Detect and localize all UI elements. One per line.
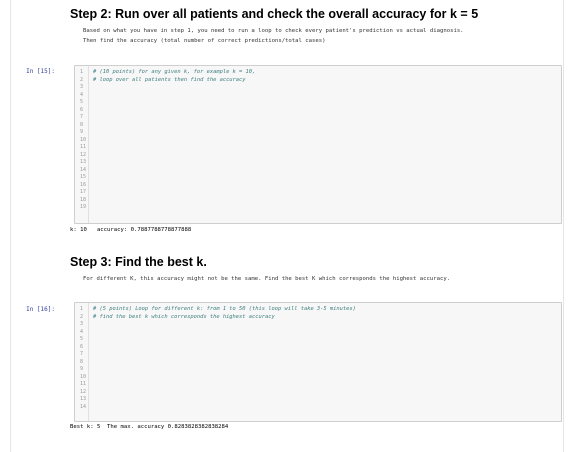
cell15-output: k: 10 accuracy: 0.7887788778877888 (70, 227, 192, 233)
line-number: 6 (79, 343, 83, 350)
line-number: 15 (79, 174, 86, 180)
line-number: 11 (79, 381, 86, 387)
line-number: 13 (79, 159, 86, 165)
line-number: 13 (79, 396, 86, 402)
line-number: 12 (79, 388, 86, 395)
step3-heading: Step 3: Find the best k. (70, 255, 207, 269)
cell16-code-editor[interactable]: 1 2 3 4 5 6 7 8 9 10 11 12 13 14 # (5 points) Loop fo… (74, 302, 562, 422)
line-number: 7 (79, 351, 83, 357)
cell15-code-line-1: # (10 points) for any given k, for examp… (93, 69, 256, 75)
line-number: 16 (79, 181, 86, 188)
line-number: 5 (79, 99, 83, 105)
line-number: 9 (79, 366, 83, 372)
line-number: 4 (79, 91, 83, 98)
notebook-container: Step 2: Run over all patients and check … (10, 0, 564, 452)
step3-description-line1: For different K, this accuracy might not… (83, 276, 451, 282)
line-number: 5 (79, 336, 83, 342)
line-number: 17 (79, 189, 86, 195)
line-number: 11 (79, 144, 86, 150)
step2-heading: Step 2: Run over all patients and check … (70, 7, 479, 21)
cell15-code[interactable]: # (10 points) for any given k, for examp… (93, 69, 255, 84)
line-number: 18 (79, 196, 86, 203)
line-number: 12 (79, 151, 86, 158)
cell16-gutter: 1 2 3 4 5 6 7 8 9 10 11 12 13 14 (75, 303, 89, 421)
line-number: 8 (79, 358, 83, 365)
line-number: 8 (79, 121, 83, 128)
cell16-output: Best k: 5 The max. accuracy 0.8283828382… (70, 424, 229, 430)
line-number: 4 (79, 328, 83, 335)
line-number: 1 (79, 69, 83, 75)
line-number: 3 (79, 321, 83, 327)
line-number: 2 (79, 76, 83, 83)
line-number: 2 (79, 313, 83, 320)
cell16-line-numbers: 1 2 3 4 5 6 7 8 9 10 11 12 13 14 (80, 306, 86, 411)
line-number: 6 (79, 106, 83, 113)
line-number: 19 (79, 204, 86, 210)
line-number: 14 (79, 166, 86, 173)
cell15-prompt: In [15]: (26, 68, 55, 75)
cell15-code-editor[interactable]: 1 2 3 4 5 6 7 8 9 10 11 12 13 14 15 16 17 18 19 # (10 poin… (74, 65, 562, 224)
line-number: 10 (79, 136, 86, 143)
cell15-code-line-2: # loop over all patients then find the a… (93, 76, 246, 83)
cell16-code-line-2: # find the best k which corresponds the … (93, 313, 275, 320)
cell15-line-numbers: 1 2 3 4 5 6 7 8 9 10 11 12 13 14 15 16 17 18 19 (80, 69, 86, 212)
cell16-prompt: In [16]: (26, 306, 55, 313)
line-number: 7 (79, 114, 83, 120)
cell16-code[interactable]: # (5 points) Loop for different k: from … (93, 306, 356, 321)
cell15-gutter: 1 2 3 4 5 6 7 8 9 10 11 12 13 14 15 16 17 18 19 (75, 66, 89, 223)
line-number: 1 (79, 306, 83, 312)
step2-description-line2: Then find the accuracy (total number of … (83, 38, 326, 44)
step2-description-line1: Based on what you have in step 1, you ne… (83, 28, 464, 34)
cell16-code-line-1: # (5 points) Loop for different k: from … (93, 306, 356, 312)
line-number: 9 (79, 129, 83, 135)
line-number: 14 (79, 403, 86, 410)
line-number: 10 (79, 373, 86, 380)
line-number: 3 (79, 84, 83, 90)
